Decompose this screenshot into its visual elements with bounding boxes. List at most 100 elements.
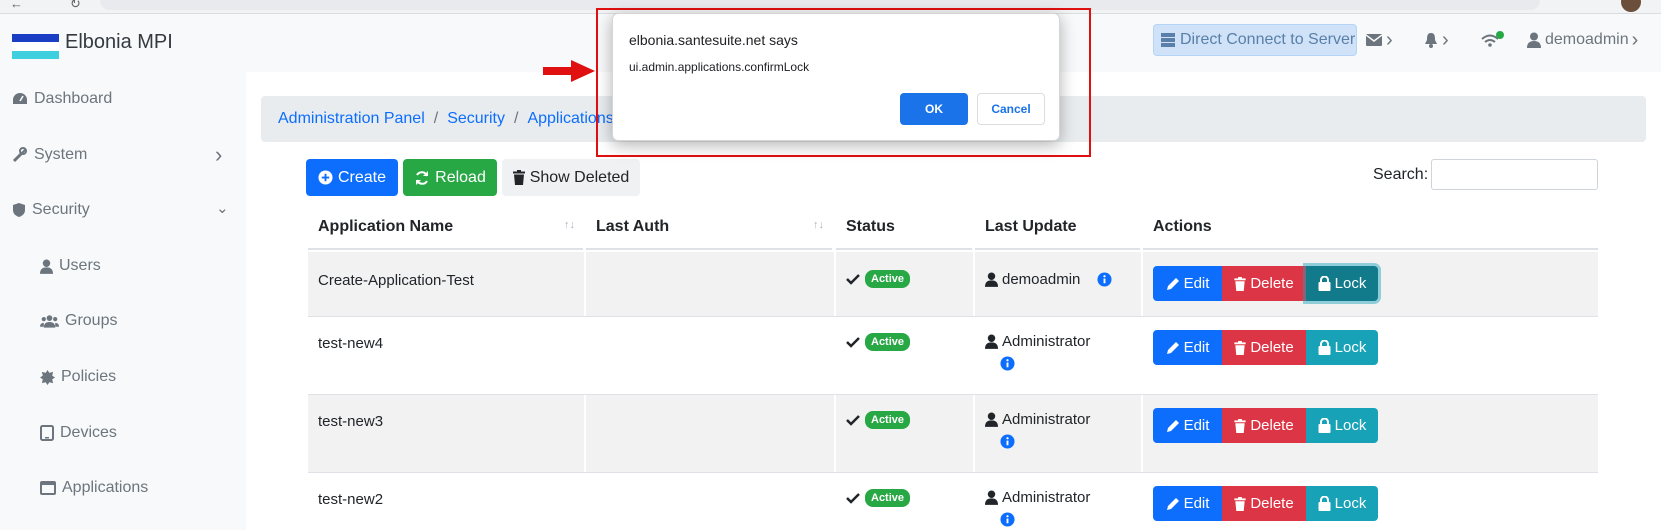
sidebar-item-label: Security: [32, 201, 90, 218]
edit-label: Edit: [1183, 495, 1210, 512]
column-header-application-name[interactable]: Application Name ↑↓: [308, 205, 583, 250]
sidebar-item-dashboard[interactable]: Dashboard: [12, 90, 112, 108]
create-button[interactable]: Create: [306, 159, 398, 196]
edit-button[interactable]: Edit: [1153, 408, 1222, 443]
sidebar-item-label: Dashboard: [34, 90, 113, 107]
pencil-icon: [1166, 277, 1179, 290]
check-icon: [846, 415, 860, 426]
connection-status-button[interactable]: [1480, 24, 1508, 56]
sidebar-item-system[interactable]: System ›: [12, 142, 232, 167]
check-icon: [846, 493, 860, 504]
bell-icon: [1425, 33, 1437, 48]
sidebar-item-security[interactable]: Security ⌄: [12, 200, 232, 219]
status-badge: Active: [865, 411, 911, 429]
column-header-last-update: Last Update: [975, 205, 1140, 250]
column-divider: [584, 252, 586, 316]
trash-icon: [1234, 276, 1246, 291]
brand-flag-logo: [12, 34, 59, 59]
status-badge: Active: [865, 489, 911, 507]
sidebar-item-devices[interactable]: Devices: [40, 424, 117, 442]
reload-label: Reload: [435, 168, 486, 186]
ok-button[interactable]: OK: [900, 93, 968, 125]
updated-by: Administrator: [1002, 489, 1091, 506]
breadcrumb-link-admin-panel[interactable]: Administration Panel: [278, 110, 425, 128]
delete-button[interactable]: Delete: [1222, 330, 1306, 365]
column-header-last-auth[interactable]: Last Auth ↑↓: [586, 205, 832, 250]
info-icon[interactable]: [1097, 272, 1112, 287]
reload-button[interactable]: Reload: [403, 159, 497, 196]
sidebar-item-applications[interactable]: Applications: [40, 479, 148, 497]
breadcrumb-link-security[interactable]: Security: [447, 110, 505, 128]
sidebar-item-policies[interactable]: Policies: [40, 368, 116, 386]
lock-button[interactable]: Lock: [1306, 408, 1378, 443]
direct-connect-label: Direct Connect to Server: [1180, 31, 1356, 48]
last-update-cell: Administrator: [975, 411, 1090, 453]
sidebar-item-label: Devices: [60, 424, 117, 441]
certificate-icon: [40, 369, 55, 385]
search-input[interactable]: [1431, 159, 1598, 190]
pencil-icon: [1166, 341, 1179, 354]
direct-connect-button[interactable]: Direct Connect to Server: [1153, 24, 1357, 56]
user-menu-button[interactable]: demoadmin ›: [1527, 24, 1638, 56]
show-deleted-button[interactable]: Show Deleted: [502, 159, 640, 196]
delete-label: Delete: [1250, 339, 1294, 356]
show-deleted-label: Show Deleted: [529, 168, 630, 186]
column-header-label: Status: [846, 217, 895, 235]
last-update-cell: Administrator: [975, 489, 1090, 530]
lock-button[interactable]: Lock: [1306, 486, 1378, 521]
info-icon[interactable]: [1000, 512, 1015, 527]
delete-button[interactable]: Delete: [1222, 266, 1306, 301]
lock-icon: [1318, 418, 1331, 433]
trash-icon: [1234, 418, 1246, 433]
lock-icon: [1318, 340, 1331, 355]
column-divider: [1141, 252, 1143, 316]
info-icon[interactable]: [1000, 434, 1015, 449]
column-divider: [973, 252, 975, 316]
brand-name[interactable]: Elbonia MPI: [65, 31, 173, 54]
sidebar-item-label: Policies: [61, 368, 117, 385]
sidebar-item-users[interactable]: Users: [40, 257, 101, 275]
annotation-arrow-icon: [543, 60, 595, 82]
cancel-button[interactable]: Cancel: [977, 93, 1045, 125]
back-icon[interactable]: ←: [10, 0, 23, 11]
delete-label: Delete: [1250, 417, 1294, 434]
lock-button[interactable]: Lock: [1306, 266, 1378, 301]
reload-browser-icon[interactable]: ↻: [70, 0, 81, 12]
delete-button[interactable]: Delete: [1222, 408, 1306, 443]
trash-icon: [512, 170, 525, 185]
column-header-label: Actions: [1153, 217, 1212, 235]
create-label: Create: [337, 168, 387, 186]
server-icon: [1161, 33, 1175, 47]
column-divider: [834, 395, 836, 472]
notifications-button[interactable]: ›: [1424, 24, 1449, 56]
sidebar-item-groups[interactable]: Groups: [40, 312, 117, 330]
status-cell: Active: [836, 333, 911, 351]
status-cell: Active: [836, 411, 911, 429]
lock-label: Lock: [1334, 339, 1367, 356]
edit-label: Edit: [1183, 417, 1210, 434]
last-update-cell: Administrator: [975, 333, 1090, 375]
info-icon[interactable]: [1000, 356, 1015, 371]
search-label: Search:: [1373, 166, 1429, 183]
lock-label: Lock: [1334, 417, 1367, 434]
column-divider: [834, 252, 836, 316]
edit-button[interactable]: Edit: [1153, 330, 1222, 365]
messages-button[interactable]: ›: [1366, 24, 1393, 56]
user-icon: [985, 412, 998, 427]
delete-button[interactable]: Delete: [1222, 486, 1306, 521]
updated-by: Administrator: [1002, 411, 1091, 428]
lock-icon: [1318, 496, 1331, 511]
edit-button[interactable]: Edit: [1153, 486, 1222, 521]
column-divider: [584, 395, 586, 472]
edit-button[interactable]: Edit: [1153, 266, 1222, 301]
table-row: Create-Application-Test Active demoadmin…: [308, 252, 1598, 316]
user-icon: [985, 272, 998, 287]
delete-label: Delete: [1250, 275, 1294, 292]
lock-button[interactable]: Lock: [1306, 330, 1378, 365]
browser-profile-avatar[interactable]: [1621, 0, 1641, 12]
dialog-message: ui.admin.applications.confirmLock: [629, 60, 810, 74]
user-name: demoadmin: [1545, 31, 1629, 48]
chevron-right-icon: ›: [215, 142, 223, 167]
pencil-icon: [1166, 419, 1179, 432]
user-icon: [985, 334, 998, 349]
